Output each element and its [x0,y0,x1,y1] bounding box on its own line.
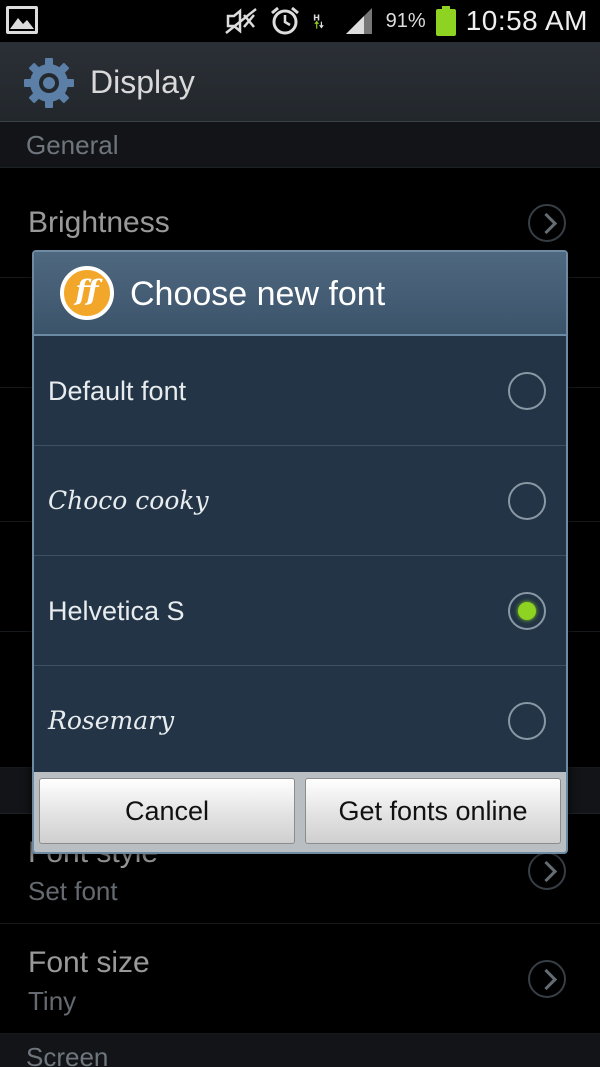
dialog-button-bar: Cancel Get fonts online [34,772,566,852]
signal-icon [345,8,372,34]
font-option-rosemary[interactable]: Rosemary [34,666,566,776]
flipfont-logo-icon: ff [60,266,114,320]
logo-text: ff [75,274,99,307]
battery-icon [435,6,456,36]
radio-button[interactable] [508,372,546,410]
choose-font-dialog: ff Choose new font Default font Choco co… [32,250,568,854]
font-option-label: Helvetica S [48,596,185,626]
get-fonts-online-button[interactable]: Get fonts online [305,778,561,844]
font-option-default[interactable]: Default font [34,336,566,446]
cancel-button[interactable]: Cancel [39,778,295,844]
font-option-choco-cooky[interactable]: Choco cooky [34,446,566,556]
alarm-icon [270,6,299,35]
font-option-label: Default font [48,376,187,406]
font-option-helvetica-s[interactable]: Helvetica S [34,556,566,666]
battery-percent: 91% [385,9,426,32]
gear-icon[interactable] [22,56,76,110]
mute-icon [224,8,257,34]
dialog-title-bar: ff Choose new font [34,252,566,336]
page-title: Display [90,64,195,100]
radio-button[interactable] [508,482,546,520]
font-option-label: Choco cooky [48,486,209,515]
clock: 10:58 AM [465,5,588,36]
radio-button-selected[interactable] [508,592,546,630]
action-bar: Display [0,42,600,122]
image-icon [6,6,38,34]
network-h-icon: H [313,12,324,29]
font-option-label: Rosemary [48,706,175,735]
status-bar: H 91% 10:58 AM [0,0,600,42]
radio-button[interactable] [508,702,546,740]
dialog-title: Choose new font [130,275,386,313]
